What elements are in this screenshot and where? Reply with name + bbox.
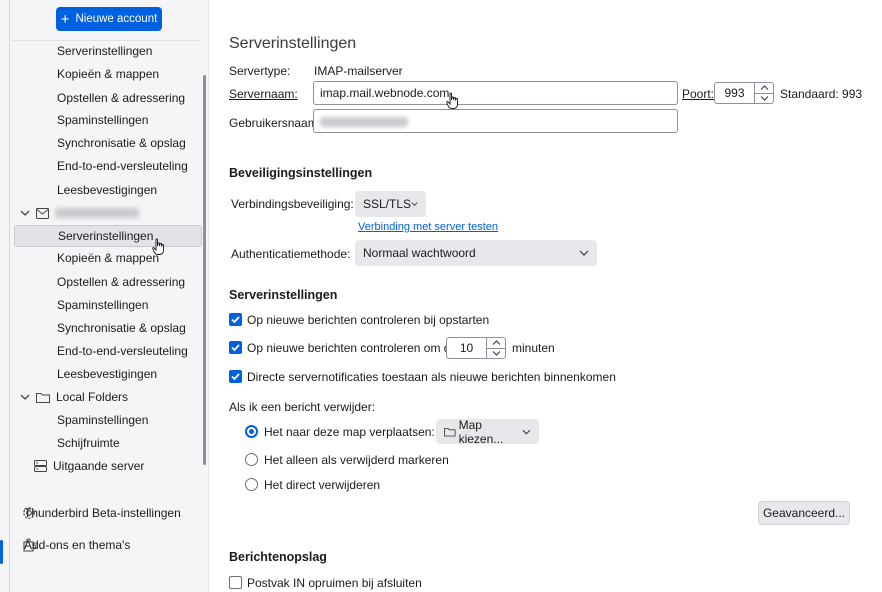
choose-folder-label: Map kiezen... bbox=[458, 417, 504, 446]
username-redacted bbox=[320, 117, 408, 127]
advanced-button[interactable]: Geavanceerd... bbox=[758, 501, 850, 525]
active-indicator bbox=[0, 540, 3, 564]
new-account-button[interactable]: + Nieuwe account bbox=[56, 7, 162, 31]
hand-cursor-icon bbox=[152, 238, 164, 255]
auth-method-value: Normaal wachtwoord bbox=[363, 246, 476, 260]
spin-up-icon[interactable] bbox=[755, 83, 773, 94]
check-startup-checkbox[interactable] bbox=[229, 313, 242, 326]
port-default-label: Standaard: 993 bbox=[780, 87, 863, 101]
push-notifications-label[interactable]: Directe servernotificaties toestaan als … bbox=[247, 370, 616, 384]
left-rail bbox=[9, 0, 10, 592]
plus-icon: + bbox=[60, 10, 70, 28]
radio-delete-immediately[interactable] bbox=[245, 478, 258, 491]
sidebar-scrollbar[interactable] bbox=[203, 75, 206, 465]
account2-composition[interactable]: Opstellen & adressering bbox=[57, 272, 185, 292]
account1-receipts[interactable]: Leesbevestigingen bbox=[57, 180, 157, 200]
spin-down-icon[interactable] bbox=[755, 94, 773, 104]
account1-copies-folders[interactable]: Kopieën & mappen bbox=[57, 64, 159, 84]
addons-label: Add-ons en thema's bbox=[24, 538, 131, 552]
servertype-label: Servertype: bbox=[229, 64, 291, 78]
connection-security-value: SSL/TLS bbox=[363, 197, 412, 211]
cleanup-inbox-checkbox[interactable] bbox=[229, 576, 242, 589]
test-connection-link[interactable]: Verbinding met server testen bbox=[358, 221, 498, 233]
new-account-label: Nieuwe account bbox=[75, 13, 158, 25]
account2-sync[interactable]: Synchronisatie & opslag bbox=[57, 318, 186, 338]
check-every-label[interactable]: Op nieuwe berichten controleren om de bbox=[247, 341, 457, 355]
check-startup-label[interactable]: Op nieuwe berichten controleren bij opst… bbox=[247, 313, 489, 327]
outgoing-server-label: Uitgaande server bbox=[53, 459, 145, 473]
servername-input[interactable]: imap.mail.webnode.com bbox=[313, 81, 678, 105]
account2-junk[interactable]: Spaminstellingen bbox=[57, 295, 148, 315]
auth-method-dropdown[interactable]: Normaal wachtwoord bbox=[355, 240, 597, 266]
spin-up-icon[interactable] bbox=[487, 338, 505, 349]
security-heading: Beveiligingsinstellingen bbox=[229, 166, 373, 180]
account2-row[interactable] bbox=[20, 203, 139, 223]
checkmark-icon bbox=[231, 373, 240, 381]
username-label-text: Gebruikersnaam: bbox=[229, 116, 322, 130]
radio-mark-label[interactable]: Het alleen als verwijderd markeren bbox=[264, 453, 449, 467]
hand-cursor-icon bbox=[446, 92, 458, 109]
port-spin-arrows[interactable] bbox=[754, 82, 774, 104]
account2-receipts[interactable]: Leesbevestigingen bbox=[57, 364, 157, 384]
server-settings-heading: Serverinstellingen bbox=[229, 288, 338, 302]
account-email-redacted bbox=[55, 208, 139, 218]
folder-icon bbox=[444, 427, 456, 436]
servertype-value: IMAP-mailserver bbox=[314, 64, 403, 78]
check-interval-input[interactable]: 10 bbox=[446, 337, 486, 359]
port-spinner[interactable]: 993 bbox=[714, 82, 774, 104]
radio-move-to-folder[interactable] bbox=[245, 425, 258, 438]
username-input[interactable] bbox=[313, 109, 678, 133]
radio-move-label[interactable]: Het naar deze map verplaatsen: bbox=[264, 425, 435, 439]
cleanup-inbox-label[interactable]: Postvak IN opruimen bij afsluiten bbox=[247, 576, 422, 590]
beta-settings-item[interactable]: Thunderbird Beta-instellingen bbox=[22, 503, 181, 523]
check-every-checkbox[interactable] bbox=[229, 341, 242, 354]
account1-sync[interactable]: Synchronisatie & opslag bbox=[57, 133, 186, 153]
chevron-down-icon[interactable] bbox=[20, 208, 30, 218]
beta-settings-label: Thunderbird Beta-instellingen bbox=[24, 506, 181, 520]
connection-security-dropdown[interactable]: SSL/TLS bbox=[355, 191, 426, 217]
choose-folder-dropdown[interactable]: Map kiezen... bbox=[436, 417, 539, 446]
account1-composition[interactable]: Opstellen & adressering bbox=[57, 88, 185, 108]
account1-junk[interactable]: Spaminstellingen bbox=[57, 110, 148, 130]
page-title: Serverinstellingen bbox=[229, 35, 357, 52]
main-panel: Serverinstellingen Servertype: IMAP-mail… bbox=[209, 0, 882, 592]
storage-heading: Berichtenopslag bbox=[229, 550, 327, 564]
chevron-down-icon bbox=[411, 202, 418, 206]
port-input[interactable]: 993 bbox=[714, 82, 754, 104]
auth-method-label: Authenticatiemethode: bbox=[231, 247, 351, 261]
account1-e2e[interactable]: End-to-end-versleuteling bbox=[57, 156, 188, 176]
interval-spin-arrows[interactable] bbox=[486, 337, 506, 359]
outgoing-server-row[interactable]: Uitgaande server bbox=[34, 456, 144, 476]
radio-delete-label[interactable]: Het direct verwijderen bbox=[264, 478, 380, 492]
check-interval-spinner[interactable]: 10 bbox=[446, 337, 506, 359]
minutes-label: minuten bbox=[512, 341, 555, 355]
chevron-down-icon bbox=[579, 250, 589, 256]
connection-security-label: Verbindingsbeveiliging: bbox=[231, 197, 354, 211]
push-notifications-checkbox[interactable] bbox=[229, 370, 242, 383]
chevron-down-icon[interactable] bbox=[20, 392, 30, 402]
radio-mark-deleted[interactable] bbox=[245, 453, 258, 466]
checkmark-icon bbox=[231, 344, 240, 352]
local-folders-junk[interactable]: Spaminstellingen bbox=[57, 410, 148, 430]
delete-behavior-label: Als ik een bericht verwijder: bbox=[229, 400, 376, 414]
account1-server-settings[interactable]: Serverinstellingen bbox=[57, 41, 152, 61]
account2-server-settings[interactable]: Serverinstellingen bbox=[14, 225, 202, 247]
outgoing-server-icon bbox=[34, 460, 47, 472]
mail-account-icon bbox=[36, 207, 49, 219]
addons-item[interactable]: Add-ons en thema's bbox=[22, 535, 130, 555]
local-folders-label: Local Folders bbox=[56, 390, 129, 404]
checkmark-icon bbox=[231, 316, 240, 324]
port-label: Poort: bbox=[682, 87, 715, 101]
spin-down-icon[interactable] bbox=[487, 349, 505, 359]
chevron-down-icon bbox=[522, 429, 531, 435]
account2-e2e[interactable]: End-to-end-versleuteling bbox=[57, 341, 188, 361]
servername-label: Servernaam: bbox=[229, 87, 298, 101]
local-folders-disk-space[interactable]: Schijfruimte bbox=[57, 433, 120, 453]
local-folders-row[interactable]: Local Folders bbox=[20, 387, 128, 407]
username-label: Gebruikersnaam: bbox=[229, 116, 321, 130]
folder-icon bbox=[36, 392, 50, 403]
account2-copies-folders[interactable]: Kopieën & mappen bbox=[57, 248, 159, 268]
sidebar: + Nieuwe account Serverinstellingen Kopi… bbox=[0, 0, 209, 592]
